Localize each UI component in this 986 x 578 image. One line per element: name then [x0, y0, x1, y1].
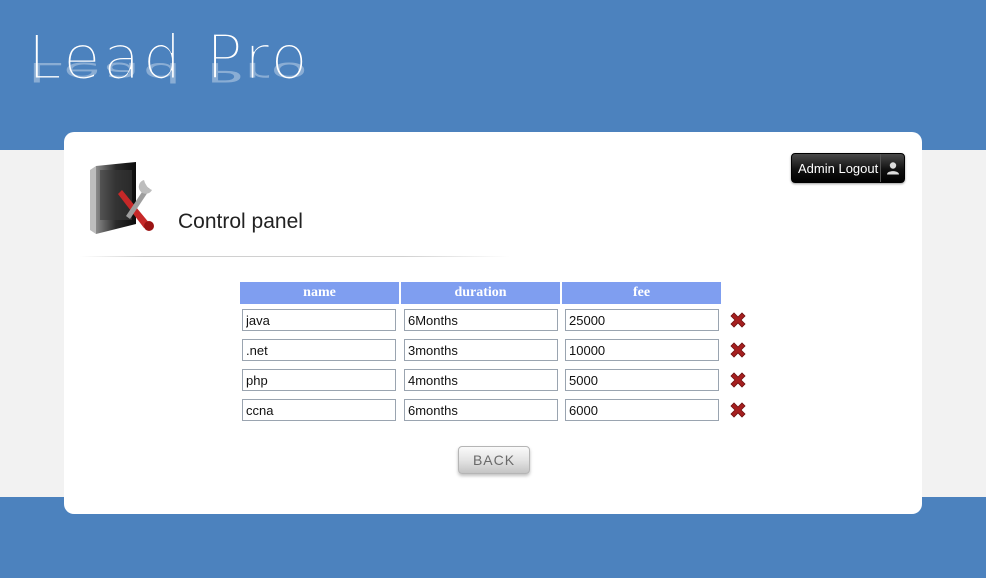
row-1-name-input[interactable] — [242, 309, 396, 331]
row-3-duration-input[interactable] — [404, 369, 558, 391]
row-3-name-input[interactable] — [242, 369, 396, 391]
row-2-name-input[interactable] — [242, 339, 396, 361]
row-4-duration-input[interactable] — [404, 399, 558, 421]
back-button[interactable]: BACK — [458, 446, 530, 474]
row-1-duration-input[interactable] — [404, 309, 558, 331]
admin-logout-button[interactable]: Admin Logout — [791, 153, 905, 183]
row-4-name-input[interactable] — [242, 399, 396, 421]
logo-reflection: Lead Pro — [28, 56, 311, 88]
delete-x-icon[interactable] — [728, 340, 748, 360]
title-divider — [80, 256, 510, 257]
row-1-fee-input[interactable] — [565, 309, 719, 331]
row-2-fee-input[interactable] — [565, 339, 719, 361]
control-panel-card: Control panel Admin Logout name duration… — [64, 132, 922, 514]
column-header-name: name — [240, 282, 399, 304]
column-header-fee: fee — [562, 282, 721, 304]
delete-x-icon[interactable] — [728, 370, 748, 390]
row-2-duration-input[interactable] — [404, 339, 558, 361]
admin-logout-label: Admin Logout — [798, 160, 879, 176]
row-4-fee-input[interactable] — [565, 399, 719, 421]
lead-pro-logo: Lead Pro Lead Pro — [27, 22, 368, 117]
user-icon — [880, 154, 904, 182]
page-title: Control panel — [178, 210, 303, 233]
row-3-fee-input[interactable] — [565, 369, 719, 391]
column-header-duration: duration — [401, 282, 560, 304]
control-panel-icon — [90, 162, 154, 234]
delete-x-icon[interactable] — [728, 310, 748, 330]
delete-x-icon[interactable] — [728, 400, 748, 420]
